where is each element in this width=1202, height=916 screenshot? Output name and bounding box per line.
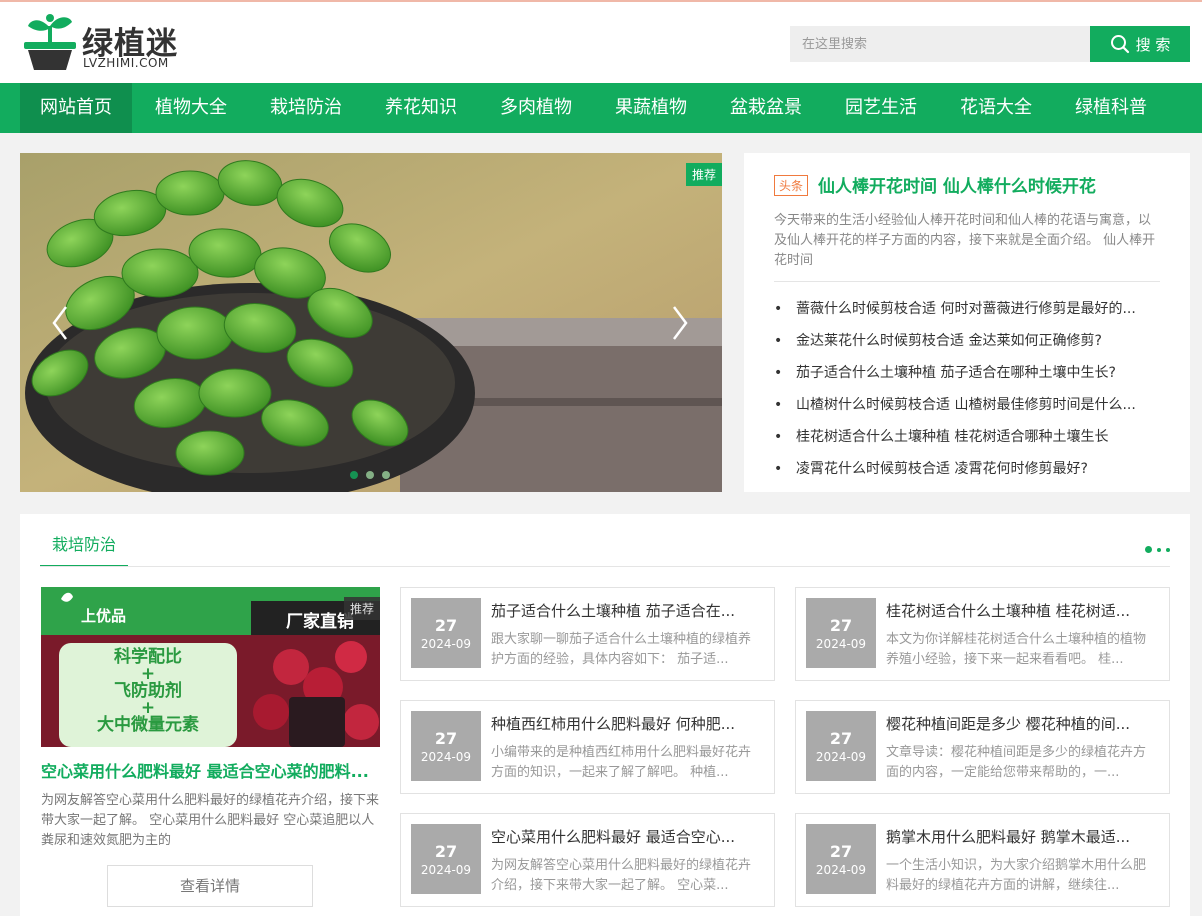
section-divider <box>40 566 1170 567</box>
date-day: 27 <box>434 729 458 748</box>
search-icon <box>1110 35 1129 54</box>
site-header: 绿植迷 LVZHIMI.COM 搜 索 <box>0 2 1202 83</box>
nav-item-cultivation[interactable]: 栽培防治 <box>250 83 362 133</box>
headline-list-item[interactable]: 金达莱花什么时候剪枝合适 金达莱如何正确修剪? <box>774 325 1160 357</box>
chevron-right-icon[interactable] <box>670 303 690 343</box>
card-desc: 文章导读：樱花种植间距是多少的绿植花卉方面的内容，一定能给您带来帮助的，一... <box>886 745 1147 780</box>
section-dot[interactable] <box>1145 546 1152 553</box>
date-day: 27 <box>829 729 853 748</box>
date-year-month: 2024-09 <box>420 863 472 877</box>
card-desc: 小编带来的是种植西红柿用什么肥料最好花卉方面的知识，一起来了解了解吧。 种植..… <box>491 745 752 780</box>
headline-badge: 头条 <box>774 175 809 196</box>
date-box: 27 2024-09 <box>806 824 876 894</box>
nav-item-succulents[interactable]: 多肉植物 <box>480 83 592 133</box>
feature-recommend-badge: 推荐 <box>343 597 380 620</box>
date-year-month: 2024-09 <box>420 750 472 764</box>
site-logo[interactable]: 绿植迷 LVZHIMI.COM <box>22 12 192 74</box>
date-day: 27 <box>829 616 853 635</box>
hero-slider[interactable]: 推荐 <box>20 153 722 492</box>
section-dots <box>1145 546 1170 553</box>
headline-list: 蔷薇什么时候剪枝合适 何时对蔷薇进行修剪是最好的... 金达莱花什么时候剪枝合适… <box>774 293 1160 485</box>
feature-image[interactable]: 上优品 厂家直销 科学配比 + 飞防助剂 + 大中微量元素 推荐 <box>41 587 380 747</box>
article-card[interactable]: 27 2024-09 种植西红柿用什么肥料最好 何种肥... 小编带来的是种植西… <box>400 700 775 794</box>
card-title[interactable]: 空心菜用什么肥料最好 最适合空心... <box>491 826 761 847</box>
date-box: 27 2024-09 <box>411 711 481 781</box>
nav-item-home[interactable]: 网站首页 <box>20 83 132 133</box>
date-box: 27 2024-09 <box>411 598 481 668</box>
search-button-label: 搜 索 <box>1135 35 1171 54</box>
article-card[interactable]: 27 2024-09 空心菜用什么肥料最好 最适合空心... 为网友解答空心菜用… <box>400 813 775 907</box>
sprout-pot-icon <box>24 14 76 70</box>
card-desc: 一个生活小知识，为大家介绍鹅掌木用什么肥料最好的绿植花卉方面的讲解，继续往... <box>886 858 1147 893</box>
main-nav: 网站首页 植物大全 栽培防治 养花知识 多肉植物 果蔬植物 盆栽盆景 园艺生活 … <box>0 83 1202 133</box>
headline-list-item[interactable]: 桂花树适合什么土壤种植 桂花树适合哪种土壤生长 <box>774 421 1160 453</box>
date-box: 27 2024-09 <box>806 711 876 781</box>
card-desc: 为网友解答空心菜用什么肥料最好的绿植花卉介绍，接下来带大家一起了解。 空心菜..… <box>491 858 752 893</box>
card-title[interactable]: 樱花种植间距是多少 樱花种植的间... <box>886 713 1156 734</box>
nav-item-flower-language[interactable]: 花语大全 <box>940 83 1052 133</box>
date-day: 27 <box>829 842 853 861</box>
nav-item-gardening[interactable]: 园艺生活 <box>825 83 937 133</box>
date-box: 27 2024-09 <box>411 824 481 894</box>
logo-domain: LVZHIMI.COM <box>83 56 169 70</box>
nav-item-bonsai[interactable]: 盆栽盆景 <box>710 83 822 133</box>
nav-item-flower-care[interactable]: 养花知识 <box>365 83 477 133</box>
date-day: 27 <box>434 842 458 861</box>
date-year-month: 2024-09 <box>815 750 867 764</box>
nav-item-science[interactable]: 绿植科普 <box>1055 83 1167 133</box>
section-tab[interactable]: 栽培防治 <box>40 528 129 567</box>
card-desc: 本文为你详解桂花树适合什么土壤种植的植物养殖小经验，接下来一起来看看吧。 桂..… <box>886 632 1147 667</box>
article-card[interactable]: 27 2024-09 樱花种植间距是多少 樱花种植的间... 文章导读：樱花种植… <box>795 700 1170 794</box>
search-button[interactable]: 搜 索 <box>1090 26 1190 62</box>
date-day: 27 <box>434 616 458 635</box>
recommend-badge: 推荐 <box>685 163 722 186</box>
headline-list-item[interactable]: 茄子适合什么土壤种植 茄子适合在哪种土壤中生长? <box>774 357 1160 389</box>
nav-item-plants[interactable]: 植物大全 <box>135 83 247 133</box>
date-year-month: 2024-09 <box>420 637 472 651</box>
headline-list-item[interactable]: 山楂树什么时候剪枝合适 山楂树最佳修剪时间是什么... <box>774 389 1160 421</box>
article-card[interactable]: 27 2024-09 鹅掌木用什么肥料最好 鹅掌木最适... 一个生活小知识，为… <box>795 813 1170 907</box>
card-title[interactable]: 桂花树适合什么土壤种植 桂花树适... <box>886 600 1156 621</box>
headline-panel: 头条 仙人棒开花时间 仙人棒什么时候开花 今天带来的生活小经验仙人棒开花时间和仙… <box>744 153 1190 492</box>
nav-item-fruit-veg[interactable]: 果蔬植物 <box>595 83 707 133</box>
section-dot[interactable] <box>1157 547 1161 552</box>
slider-dot[interactable] <box>350 471 358 479</box>
card-title[interactable]: 鹅掌木用什么肥料最好 鹅掌木最适... <box>886 826 1156 847</box>
slider-dot[interactable] <box>382 471 390 479</box>
ad-line: 大中微量元素 <box>97 715 199 735</box>
ad-brand-text: 上优品 <box>81 607 127 625</box>
divider <box>774 281 1160 282</box>
headline-list-item[interactable]: 凌霄花什么时候剪枝合适 凌霄花何时修剪最好? <box>774 453 1160 485</box>
search-input[interactable] <box>790 26 1090 62</box>
slider-dot[interactable] <box>366 471 374 479</box>
cultivation-section: 栽培防治 上优品 厂家直销 科学配比 + 飞防助剂 + 大中微量元素 推荐 空心… <box>20 514 1190 916</box>
date-year-month: 2024-09 <box>815 863 867 877</box>
card-desc: 跟大家聊一聊茄子适合什么土壤种植的绿植养护方面的经验，具体内容如下： 茄子适..… <box>491 632 752 667</box>
feature-title[interactable]: 空心菜用什么肥料最好 最适合空心菜的肥料... <box>41 758 380 782</box>
ad-content-lines: 科学配比 + 飞防助剂 + 大中微量元素 <box>59 649 237 734</box>
slider-image[interactable] <box>20 153 722 492</box>
headline-title[interactable]: 仙人棒开花时间 仙人棒什么时候开花 <box>818 172 1096 197</box>
article-card[interactable]: 27 2024-09 茄子适合什么土壤种植 茄子适合在... 跟大家聊一聊茄子适… <box>400 587 775 681</box>
section-dot[interactable] <box>1166 547 1170 552</box>
card-title[interactable]: 种植西红柿用什么肥料最好 何种肥... <box>491 713 761 734</box>
view-details-button[interactable]: 查看详情 <box>107 865 313 907</box>
slider-dots <box>350 471 390 479</box>
date-year-month: 2024-09 <box>815 637 867 651</box>
headline-list-item[interactable]: 蔷薇什么时候剪枝合适 何时对蔷薇进行修剪是最好的... <box>774 293 1160 325</box>
card-title[interactable]: 茄子适合什么土壤种植 茄子适合在... <box>491 600 761 621</box>
headline-summary: 今天带来的生活小经验仙人棒开花时间和仙人棒的花语与寓意，以及仙人棒开花的样子方面… <box>774 213 1156 268</box>
article-card[interactable]: 27 2024-09 桂花树适合什么土壤种植 桂花树适... 本文为你详解桂花树… <box>795 587 1170 681</box>
chevron-left-icon[interactable] <box>50 303 70 343</box>
feature-desc: 为网友解答空心菜用什么肥料最好的绿植花卉介绍，接下来带大家一起了解。 空心菜用什… <box>41 793 380 848</box>
date-box: 27 2024-09 <box>806 598 876 668</box>
